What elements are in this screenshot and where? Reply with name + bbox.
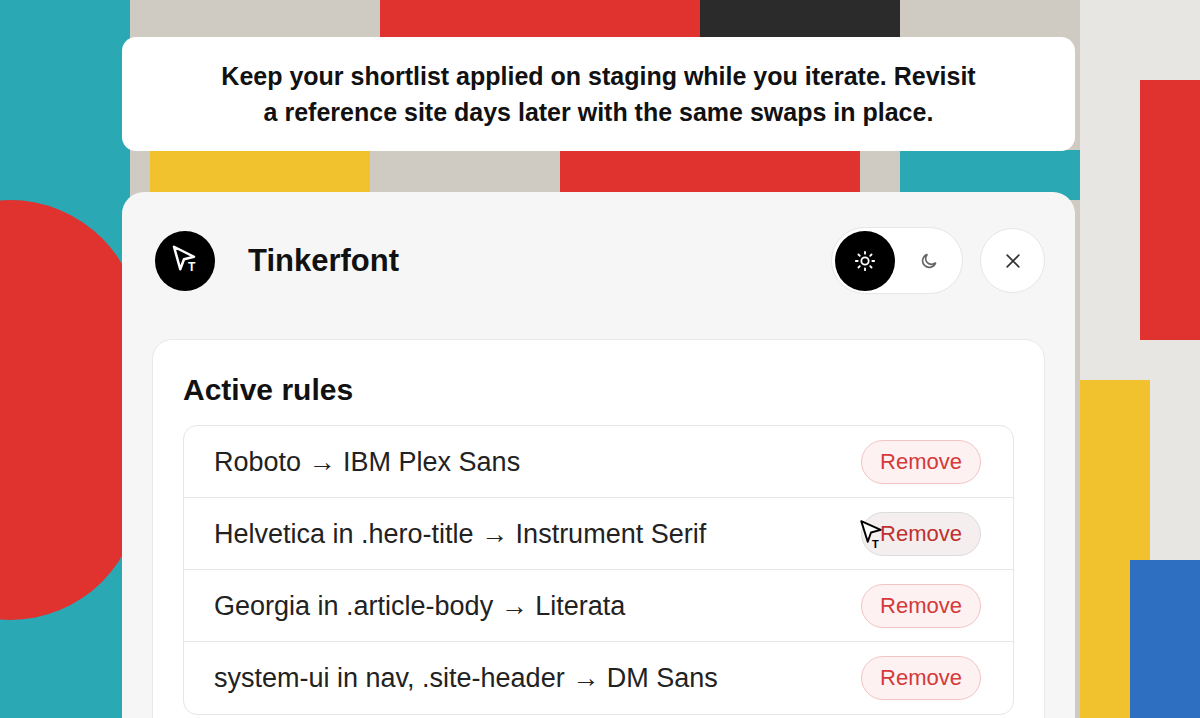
- rules-list: Roboto → IBM Plex Sans Remove Helvetica in…: [183, 425, 1014, 715]
- close-button[interactable]: [980, 228, 1045, 293]
- sun-icon: [854, 250, 876, 272]
- panel-header: T Tinkerfont: [152, 227, 1045, 294]
- mouse-cursor: T: [858, 519, 888, 553]
- remove-button[interactable]: Remove: [861, 584, 981, 628]
- theme-dark-button[interactable]: [899, 231, 959, 291]
- rule-text: Georgia in .article-body → Literata: [214, 589, 625, 623]
- rule-text: Roboto → IBM Plex Sans: [214, 445, 520, 479]
- theme-light-button[interactable]: [835, 231, 895, 291]
- remove-label: Remove: [880, 664, 962, 692]
- remove-label: Remove: [880, 520, 962, 548]
- rule-row: system-ui in nav, .site-header → DM Sans…: [184, 642, 1013, 714]
- logo-mark: T: [188, 261, 195, 273]
- remove-button[interactable]: Remove: [861, 656, 981, 700]
- logo: T: [155, 231, 215, 291]
- cursor-arrow-icon: [858, 519, 884, 545]
- remove-label: Remove: [880, 592, 962, 620]
- caption-line: a reference site days later with the sam…: [132, 94, 1065, 130]
- caption: Keep your shortlist applied on staging w…: [122, 37, 1075, 151]
- close-icon: [1003, 251, 1023, 271]
- moon-icon: [919, 251, 939, 271]
- theme-toggle: [831, 227, 963, 294]
- rules-heading: Active rules: [183, 370, 1014, 410]
- rule-text: system-ui in nav, .site-header → DM Sans: [214, 661, 718, 695]
- rules-card: Active rules Roboto → IBM Plex Sans Remove…: [152, 339, 1045, 718]
- rule-row: Georgia in .article-body → Literata Remov…: [184, 570, 1013, 642]
- caption-line: Keep your shortlist applied on staging w…: [132, 58, 1065, 94]
- remove-button[interactable]: RemoveT: [861, 512, 981, 556]
- remove-button[interactable]: Remove: [861, 440, 981, 484]
- rule-text: Helvetica in .hero-title → Instrument Se…: [214, 517, 706, 551]
- remove-label: Remove: [880, 448, 962, 476]
- tinkerfont-panel: T Tinkerfont Active rules Roboto → IBM Plex…: [122, 192, 1075, 718]
- rule-row: Helvetica in .hero-title → Instrument Se…: [184, 498, 1013, 570]
- app-title: Tinkerfont: [248, 241, 399, 281]
- rule-row: Roboto → IBM Plex Sans Remove: [184, 426, 1013, 498]
- cursor-mark: T: [872, 539, 879, 550]
